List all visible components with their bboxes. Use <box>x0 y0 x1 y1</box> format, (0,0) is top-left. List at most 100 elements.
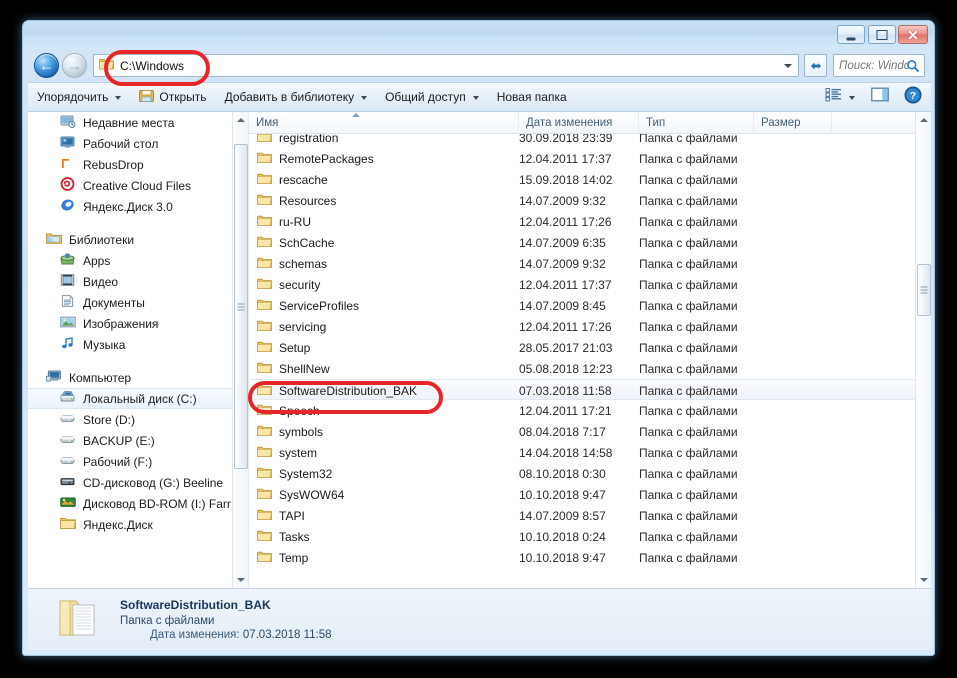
file-list-pane[interactable]: Имя Дата изменения Тип Размер registrati… <box>248 112 931 588</box>
table-row[interactable]: TAPI14.07.2009 8:57Папка с файлами <box>249 505 931 526</box>
add-to-library-button[interactable]: Добавить в библиотеку <box>216 85 377 109</box>
sidebar-item-изображения[interactable]: Изображения <box>28 313 248 334</box>
table-row[interactable]: ShellNew05.08.2018 12:23Папка с файлами <box>249 358 931 379</box>
table-row[interactable]: ServiceProfiles14.07.2009 8:45Папка с фа… <box>249 295 931 316</box>
column-header-type[interactable]: Тип <box>639 112 754 134</box>
sidebar-item-компьютер[interactable]: Компьютер <box>28 367 248 388</box>
table-row[interactable]: Setup28.05.2017 21:03Папка с файлами <box>249 337 931 358</box>
file-name-cell[interactable]: servicing <box>257 316 326 337</box>
table-row[interactable]: symbols08.04.2018 7:17Папка с файлами <box>249 421 931 442</box>
column-header-row[interactable]: Имя Дата изменения Тип Размер <box>249 112 931 134</box>
change-view-icon[interactable] <box>825 87 842 107</box>
navigation-pane[interactable]: Недавние местаРабочий столRebusDropCreat… <box>28 112 248 588</box>
sidebar-item-store-d[interactable]: Store (D:) <box>28 409 248 430</box>
table-row[interactable]: SoftwareDistribution_BAK07.03.2018 11:58… <box>249 379 931 400</box>
column-header-name[interactable]: Имя <box>249 112 519 134</box>
file-name-cell[interactable]: Temp <box>257 547 308 566</box>
file-name-cell[interactable]: SchCache <box>257 232 334 253</box>
back-button[interactable]: ← <box>34 53 59 78</box>
table-row[interactable]: rescache15.09.2018 14:02Папка с файлами <box>249 169 931 190</box>
scroll-down-arrow-icon[interactable] <box>916 572 931 588</box>
forward-button[interactable]: → <box>62 53 87 78</box>
table-row[interactable]: SysWOW6410.10.2018 9:47Папка с файлами <box>249 484 931 505</box>
file-name-cell[interactable]: RemotePackages <box>257 148 374 169</box>
sidebar-item-документы[interactable]: Документы <box>28 292 248 313</box>
file-name-cell[interactable]: Speech <box>257 400 320 421</box>
navigation-pane-scrollbar[interactable] <box>232 112 248 588</box>
sidebar-item-apps[interactable]: Apps <box>28 250 248 271</box>
table-row[interactable]: security12.04.2011 17:37Папка с файлами <box>249 274 931 295</box>
view-chevron-down-icon[interactable] <box>849 96 855 100</box>
file-name-cell[interactable]: symbols <box>257 421 323 442</box>
table-row[interactable]: Tasks10.10.2018 0:24Папка с файлами <box>249 526 931 547</box>
sidebar-item-недавние-места[interactable]: Недавние места <box>28 112 248 133</box>
sidebar-item-creative-cloud-files[interactable]: Creative Cloud Files <box>28 175 248 196</box>
file-name-cell[interactable]: system <box>257 442 317 463</box>
sidebar-item-музыка[interactable]: Музыка <box>28 334 248 355</box>
column-header-date[interactable]: Дата изменения <box>519 112 639 134</box>
organize-button[interactable]: Упорядочить <box>28 85 130 109</box>
table-row[interactable]: Speech12.04.2011 17:21Папка с файлами <box>249 400 931 421</box>
file-list-scrollbar[interactable] <box>915 112 931 588</box>
file-name-cell[interactable]: TAPI <box>257 505 305 526</box>
sidebar-item-дисковод-bd-rom-i-farr[interactable]: Дисковод BD-ROM (I:) Farr <box>28 493 248 514</box>
close-button[interactable] <box>898 25 928 44</box>
file-name-cell[interactable]: rescache <box>257 169 328 190</box>
file-name-cell[interactable]: ShellNew <box>257 358 330 379</box>
sidebar-item-видео[interactable]: Видео <box>28 271 248 292</box>
file-name-cell[interactable]: registration <box>257 134 338 148</box>
table-row[interactable]: Resources14.07.2009 9:32Папка с файлами <box>249 190 931 211</box>
refresh-button[interactable] <box>804 54 827 77</box>
share-button[interactable]: Общий доступ <box>376 85 488 109</box>
search-icon[interactable] <box>906 59 920 78</box>
scroll-down-arrow-icon[interactable] <box>233 572 248 588</box>
sidebar-item-библиотеки[interactable]: Библиотеки <box>28 229 248 250</box>
preview-pane-icon[interactable] <box>871 87 889 107</box>
scroll-up-arrow-icon[interactable] <box>916 112 931 128</box>
scrollbar-thumb[interactable] <box>234 144 248 469</box>
file-name-cell[interactable]: schemas <box>257 253 327 274</box>
new-folder-button[interactable]: Новая папка <box>488 85 576 109</box>
table-row[interactable]: ru-RU12.04.2011 17:26Папка с файлами <box>249 211 931 232</box>
sidebar-item-backup-e[interactable]: BACKUP (E:) <box>28 430 248 451</box>
breadcrumb-bar[interactable]: C:\Windows <box>93 54 799 77</box>
table-row[interactable]: registration30.09.2018 23:39Папка с файл… <box>249 134 931 148</box>
file-name-cell[interactable]: Resources <box>257 190 336 211</box>
maximize-button[interactable] <box>868 25 896 44</box>
file-name-cell[interactable]: SoftwareDistribution_BAK <box>257 380 417 401</box>
search-input[interactable] <box>839 60 909 72</box>
table-row[interactable]: schemas14.07.2009 9:32Папка с файлами <box>249 253 931 274</box>
file-name-cell[interactable]: System32 <box>257 463 332 484</box>
chevron-down-icon[interactable] <box>784 64 792 68</box>
file-name-cell[interactable]: SysWOW64 <box>257 484 344 505</box>
sidebar-item-рабочий-стол[interactable]: Рабочий стол <box>28 133 248 154</box>
file-name-cell[interactable]: ServiceProfiles <box>257 295 359 316</box>
file-name-cell[interactable]: Setup <box>257 337 310 358</box>
table-row[interactable]: SchCache14.07.2009 6:35Папка с файлами <box>249 232 931 253</box>
file-rows[interactable]: registration30.09.2018 23:39Папка с файл… <box>249 134 931 566</box>
sidebar-item-rebusdrop[interactable]: RebusDrop <box>28 154 248 175</box>
sidebar-item-локальный-диск-c[interactable]: Локальный диск (C:) <box>28 388 248 409</box>
column-header-size[interactable]: Размер <box>754 112 832 134</box>
search-box[interactable] <box>833 54 925 77</box>
file-name-cell[interactable]: Tasks <box>257 526 310 547</box>
table-row[interactable]: servicing12.04.2011 17:26Папка с файлами <box>249 316 931 337</box>
breadcrumb-path[interactable]: C:\Windows <box>120 59 184 73</box>
help-icon[interactable]: ? <box>904 86 922 109</box>
sidebar-item-рабочий-f[interactable]: Рабочий (F:) <box>28 451 248 472</box>
table-row[interactable]: Temp10.10.2018 9:47Папка с файлами <box>249 547 931 566</box>
file-date-cell: 12.04.2011 17:26 <box>519 211 612 232</box>
table-row[interactable]: system14.04.2018 14:58Папка с файлами <box>249 442 931 463</box>
scroll-up-arrow-icon[interactable] <box>233 112 248 128</box>
sidebar-item-cd-дисковод-g-beeline[interactable]: CD-дисковод (G:) Beeline <box>28 472 248 493</box>
scrollbar-thumb[interactable] <box>917 264 931 316</box>
sidebar-item-яндекс-диск[interactable]: Яндекс.Диск <box>28 514 248 535</box>
file-name-cell[interactable]: security <box>257 274 320 295</box>
file-name-cell[interactable]: ru-RU <box>257 211 311 232</box>
table-row[interactable]: RemotePackages12.04.2011 17:37Папка с фа… <box>249 148 931 169</box>
folder-tree[interactable]: Недавние местаРабочий столRebusDropCreat… <box>28 112 248 535</box>
sidebar-item-яндекс-диск-3-0[interactable]: Яндекс.Диск 3.0 <box>28 196 248 217</box>
table-row[interactable]: System3208.10.2018 0:30Папка с файлами <box>249 463 931 484</box>
open-button[interactable]: Открыть <box>130 85 215 109</box>
minimize-button[interactable] <box>837 25 865 44</box>
